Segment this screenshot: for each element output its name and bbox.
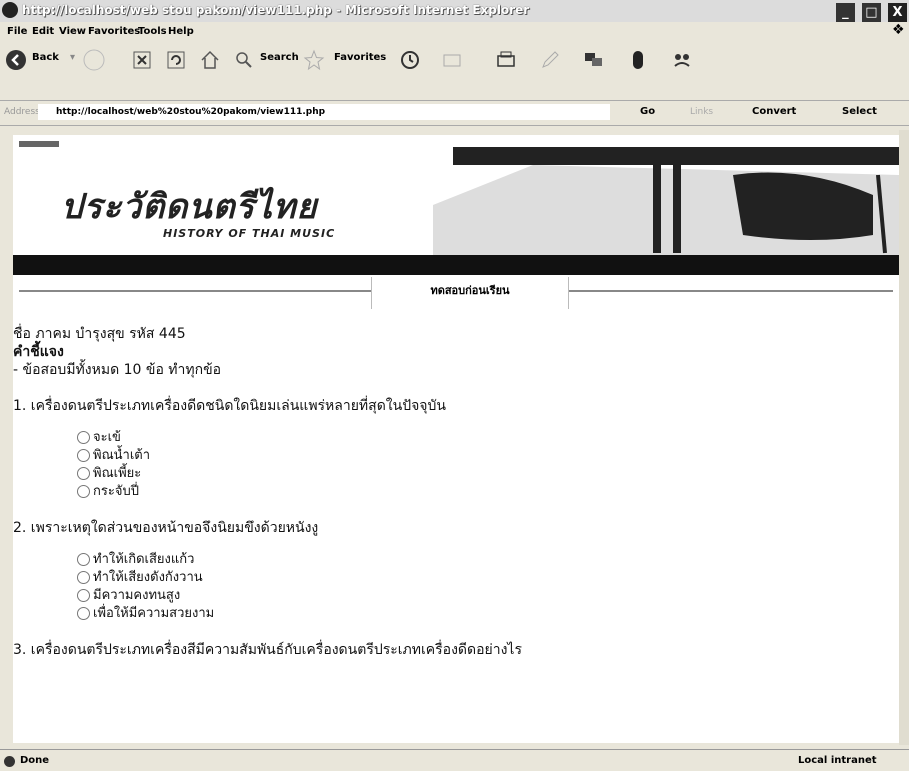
radio-button[interactable]	[77, 607, 90, 620]
toolbar: Back ▾ Search Favorites	[0, 42, 909, 98]
ie-logo-icon	[2, 2, 18, 18]
page-status-icon	[4, 756, 15, 767]
browser-window: http://localhost/web stou pakom/view111.…	[0, 0, 909, 771]
search-button[interactable]: Search	[260, 52, 299, 63]
links-button[interactable]: Links	[690, 107, 713, 117]
radio-button[interactable]	[77, 553, 90, 566]
radio-button[interactable]	[77, 467, 90, 480]
back-button[interactable]: Back	[32, 52, 59, 63]
quiz-area: ชื่อ ภาคม บำรุงสุข รหัส 445 คำชี้แจง - ข…	[13, 325, 893, 659]
address-input[interactable]: http://localhost/web%20stou%20pakom/view…	[38, 104, 610, 120]
option-2b[interactable]: ทำให้เสียงดังกังวาน	[77, 569, 893, 587]
menu-view[interactable]: View	[59, 26, 86, 37]
option-2a[interactable]: ทำให้เกิดเสียงแก้ว	[77, 551, 893, 569]
status-text: Done	[20, 755, 50, 766]
mail-icon[interactable]	[440, 48, 464, 72]
question-1-options: จะเข้ พิณน้ำเต้า พิณเพี้ยะ กระจับปี่	[77, 429, 893, 501]
forward-arrow-icon[interactable]	[82, 48, 106, 72]
option-1c[interactable]: พิณเพี้ยะ	[77, 465, 893, 483]
stop-icon[interactable]	[130, 48, 154, 72]
option-1b[interactable]: พิณน้ำเต้า	[77, 447, 893, 465]
question-1: 1. เครื่องดนตรีประเภทเครื่องดีดชนิดใดนิย…	[13, 398, 446, 414]
maximize-button[interactable]: □	[861, 3, 881, 22]
site-banner: ประวัติดนตรีไทย HISTORY OF THAI MUSIC	[13, 135, 899, 285]
menu-file[interactable]: File	[7, 26, 27, 37]
window-title: http://localhost/web stou pakom/view111.…	[22, 3, 530, 17]
option-label: พิณน้ำเต้า	[93, 448, 151, 463]
refresh-icon[interactable]	[164, 48, 188, 72]
option-label: ทำให้เกิดเสียงแก้ว	[93, 552, 195, 567]
tab-pretest[interactable]: ทดสอบก่อนเรียน	[371, 277, 569, 309]
option-1d[interactable]: กระจับปี่	[77, 483, 893, 501]
option-1a[interactable]: จะเข้	[77, 429, 893, 447]
menu-tools[interactable]: Tools	[138, 26, 167, 37]
question-3: 3. เครื่องดนตรีประเภทเครื่องสีมีความสัมพ…	[13, 642, 522, 658]
option-label: จะเข้	[93, 430, 121, 445]
convert-button[interactable]: Convert	[752, 106, 796, 117]
instruction-text: - ข้อสอบมีทั้งหมด 10 ข้อ ทำทุกข้อ	[13, 362, 222, 378]
menu-edit[interactable]: Edit	[32, 26, 54, 37]
title-bar: http://localhost/web stou pakom/view111.…	[0, 0, 909, 22]
back-arrow-icon[interactable]	[4, 48, 28, 72]
menu-favorites[interactable]: Favorites	[88, 26, 140, 37]
select-button[interactable]: Select	[842, 106, 877, 117]
search-icon[interactable]	[232, 48, 256, 72]
close-button[interactable]: X	[888, 3, 907, 22]
address-label: Address	[4, 107, 40, 117]
history-icon[interactable]	[398, 48, 422, 72]
site-logo-thai: ประวัติดนตรีไทย	[61, 187, 318, 227]
research-icon[interactable]	[670, 48, 694, 72]
option-2c[interactable]: มีความคงทนสูง	[77, 587, 893, 605]
windows-flag-icon: ❖	[892, 22, 905, 38]
address-bar: Address http://localhost/web%20stou%20pa…	[0, 100, 909, 126]
go-button[interactable]: Go	[640, 106, 655, 117]
vertical-scrollbar[interactable]	[899, 130, 909, 745]
radio-button[interactable]	[77, 431, 90, 444]
radio-button[interactable]	[77, 589, 90, 602]
radio-button[interactable]	[77, 449, 90, 462]
status-bar: Done Local intranet	[0, 749, 909, 772]
option-label: กระจับปี่	[93, 484, 139, 499]
student-info: ชื่อ ภาคม บำรุงสุข รหัส 445	[13, 326, 186, 342]
edit-icon[interactable]	[538, 48, 562, 72]
instruction-title: คำชี้แจง	[13, 344, 64, 360]
page-content: ประวัติดนตรีไทย HISTORY OF THAI MUSIC ทด…	[13, 135, 899, 743]
zone-text: Local intranet	[798, 755, 877, 766]
home-icon[interactable]	[198, 48, 222, 72]
radio-button[interactable]	[77, 485, 90, 498]
option-label: เพื่อให้มีความสวยงาม	[93, 606, 215, 621]
site-logo-english: HISTORY OF THAI MUSIC	[163, 227, 336, 240]
question-2-options: ทำให้เกิดเสียงแก้ว ทำให้เสียงดังกังวาน ม…	[77, 551, 893, 623]
favorites-button[interactable]: Favorites	[334, 52, 386, 63]
discuss-icon[interactable]	[582, 48, 606, 72]
menu-help[interactable]: Help	[168, 26, 194, 37]
radio-button[interactable]	[77, 571, 90, 584]
option-2d[interactable]: เพื่อให้มีความสวยงาม	[77, 605, 893, 623]
favorites-star-icon[interactable]	[302, 48, 326, 72]
option-label: ทำให้เสียงดังกังวาน	[93, 570, 203, 585]
minimize-button[interactable]: _	[835, 3, 855, 22]
option-label: มีความคงทนสูง	[93, 588, 181, 603]
back-dropdown-icon[interactable]: ▾	[70, 52, 75, 63]
tab-row: ทดสอบก่อนเรียน	[13, 277, 899, 311]
banner-bar	[13, 255, 899, 275]
question-2: 2. เพราะเหตุใดส่วนของหน้าขอจึงนิยมขึงด้ว…	[13, 520, 319, 536]
menu-bar: File Edit View Favorites Tools Help ❖	[0, 22, 909, 42]
print-icon[interactable]	[494, 48, 518, 72]
messenger-icon[interactable]	[626, 48, 650, 72]
option-label: พิณเพี้ยะ	[93, 466, 142, 481]
